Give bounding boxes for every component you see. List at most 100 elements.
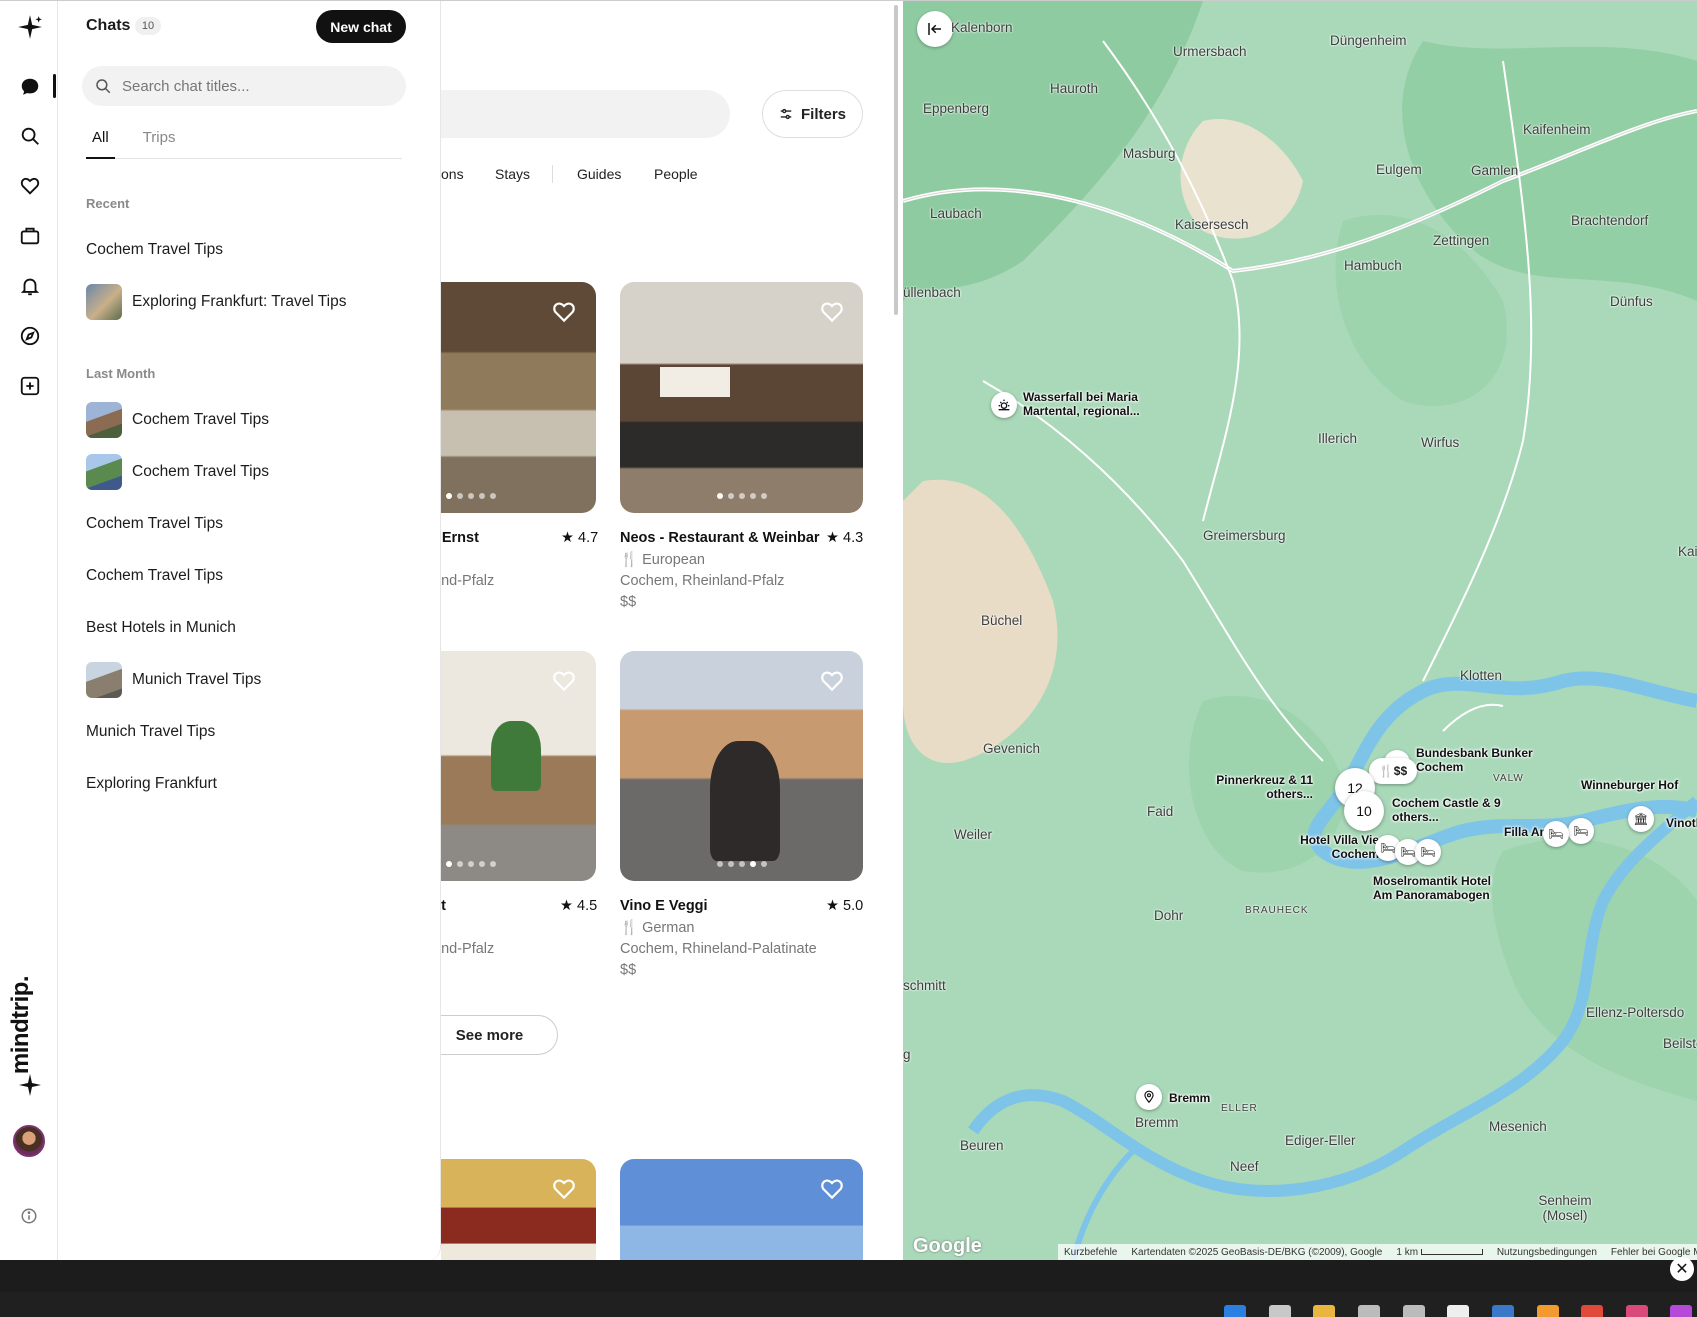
poi-label[interactable]: Bundesbank Bunker Cochem (1416, 746, 1536, 774)
map-label: Kaisersesch (1175, 217, 1249, 232)
chat-list-item[interactable]: Cochem Travel Tips (86, 556, 223, 596)
scrollbar[interactable] (894, 5, 898, 315)
poi-label[interactable]: Winneburger Hof (1581, 778, 1678, 792)
poi-label[interactable]: Wasserfall bei Maria Martental, regional… (1023, 390, 1143, 418)
category-tab-guides[interactable]: Guides (577, 166, 621, 182)
chat-tabs: All Trips (86, 127, 402, 159)
card-image[interactable] (441, 282, 596, 513)
chat-list-item[interactable]: Cochem Travel Tips (86, 400, 269, 440)
main-search-bar[interactable] (441, 90, 730, 138)
map-cluster[interactable]: 10 (1344, 791, 1384, 831)
chat-list-item[interactable]: Cochem Travel Tips (86, 452, 269, 492)
category-tab-people[interactable]: People (654, 166, 698, 182)
card-image[interactable] (441, 651, 596, 881)
start-icon[interactable] (1224, 1305, 1246, 1317)
map-label: schmitt (903, 978, 946, 993)
taskbar-app-icon[interactable] (1492, 1305, 1514, 1317)
add-icon[interactable] (14, 370, 46, 402)
waterfall-pin[interactable] (991, 392, 1017, 418)
compass-icon[interactable] (14, 320, 46, 352)
map-label: Dünfus (1610, 294, 1653, 309)
poi-label[interactable]: Hotel Villa Vie Cochem (1289, 833, 1379, 861)
poi-label[interactable]: Pinnerkreuz & 11 others... (1213, 773, 1313, 801)
chat-search-input[interactable] (122, 77, 392, 95)
search-icon[interactable] (14, 120, 46, 152)
map-label: Beilstei (1663, 1036, 1697, 1051)
close-icon[interactable]: ✕ (1670, 1257, 1694, 1281)
collapse-map-button[interactable] (917, 11, 953, 47)
tab-trips[interactable]: Trips (137, 127, 182, 158)
category-tab[interactable]: ons (441, 166, 464, 182)
see-more-button[interactable]: See more (441, 1015, 558, 1055)
taskbar-app-icon[interactable] (1670, 1305, 1692, 1317)
chat-list-item[interactable]: Best Hotels in Munich (86, 608, 236, 648)
hotel-pin[interactable]: 🛏 (1543, 821, 1569, 847)
chrome-icon[interactable] (1581, 1305, 1603, 1317)
heart-icon[interactable] (819, 668, 845, 694)
card-title[interactable]: Neos - Restaurant & Weinbar (620, 530, 820, 546)
filters-button[interactable]: Filters (762, 90, 863, 138)
chat-icon[interactable] (14, 71, 46, 103)
heart-icon[interactable] (819, 1176, 845, 1202)
taskbar-app-icon[interactable] (1269, 1305, 1291, 1317)
poi-label[interactable]: Vinoth (1666, 816, 1697, 830)
map-data-credit: Kartendaten ©2025 GeoBasis-DE/BKG (©2009… (1131, 1247, 1383, 1258)
terms-link[interactable]: Nutzungsbedingungen (1497, 1247, 1597, 1258)
card-title[interactable]: st (441, 898, 446, 914)
card-title[interactable]: Vino E Veggi (620, 898, 708, 914)
map-label: Wirfus (1421, 435, 1460, 450)
chat-list-item[interactable]: Exploring Frankfurt: Travel Tips (86, 282, 347, 322)
keyboard-shortcuts-link[interactable]: Kurzbefehle (1064, 1247, 1117, 1258)
category-divider (552, 165, 553, 183)
tab-all[interactable]: All (86, 127, 115, 159)
chat-list-item[interactable]: Munich Travel Tips (86, 660, 261, 700)
map-view[interactable]: Kalenborn Urmersbach Düngenheim Hauroth … (903, 1, 1697, 1260)
card-image[interactable] (620, 1159, 863, 1260)
map-label: Kaifenheim (1523, 122, 1591, 137)
folder-icon[interactable] (1313, 1305, 1335, 1317)
chat-thumbnail (86, 454, 122, 490)
museum-pin[interactable]: 🏛 (1628, 806, 1654, 832)
taskbar-app-icon[interactable] (1447, 1305, 1469, 1317)
card-image[interactable] (620, 651, 863, 881)
info-icon[interactable] (20, 1207, 38, 1230)
heart-icon[interactable] (14, 170, 46, 202)
hotel-pin[interactable]: 🛏 (1568, 818, 1594, 844)
taskbar-app-icon[interactable] (1358, 1305, 1380, 1317)
taskbar-app-icon[interactable] (1403, 1305, 1425, 1317)
poi-label[interactable]: Moselromantik Hotel Am Panoramabogen (1373, 874, 1493, 902)
chat-title: Exploring Frankfurt (86, 775, 217, 792)
heart-icon[interactable] (551, 1176, 577, 1202)
chat-search-box[interactable] (82, 66, 406, 106)
hotel-pin[interactable]: 🛏 (1415, 839, 1441, 865)
map-label: Greimersburg (1203, 528, 1286, 543)
card-image[interactable] (620, 282, 863, 513)
group-label-last-month: Last Month (86, 366, 156, 381)
sparkle-icon[interactable] (14, 11, 46, 43)
location-pin[interactable] (1136, 1084, 1162, 1110)
suitcase-icon[interactable] (14, 220, 46, 252)
card-title[interactable]: - Ernst (441, 530, 479, 546)
card-image[interactable] (441, 1159, 596, 1260)
heart-icon[interactable] (551, 668, 577, 694)
bell-icon[interactable] (14, 270, 46, 302)
heart-icon[interactable] (819, 299, 845, 325)
price-pin[interactable]: 🍴 $$ (1369, 758, 1417, 784)
chat-title: Cochem Travel Tips (86, 241, 223, 258)
chat-list-item[interactable]: Cochem Travel Tips (86, 504, 223, 544)
new-chat-button[interactable]: New chat (316, 10, 406, 43)
chat-list-item[interactable]: Munich Travel Tips (86, 712, 215, 752)
map-label: VALW (1493, 773, 1524, 784)
taskbar-app-icon[interactable] (1626, 1305, 1648, 1317)
scale-bar (1420, 1249, 1483, 1256)
poi-label[interactable]: Bremm (1169, 1091, 1210, 1105)
map-label: Mesenich (1489, 1119, 1547, 1134)
category-tab-stays[interactable]: Stays (495, 166, 530, 182)
chat-list-item[interactable]: Exploring Frankfurt (86, 764, 217, 804)
chat-title: Cochem Travel Tips (86, 567, 223, 584)
chat-list-item[interactable]: Cochem Travel Tips (86, 230, 223, 270)
heart-icon[interactable] (551, 299, 577, 325)
firefox-icon[interactable] (1537, 1305, 1559, 1317)
poi-label[interactable]: Cochem Castle & 9 others... (1392, 796, 1502, 824)
avatar[interactable] (13, 1125, 45, 1157)
